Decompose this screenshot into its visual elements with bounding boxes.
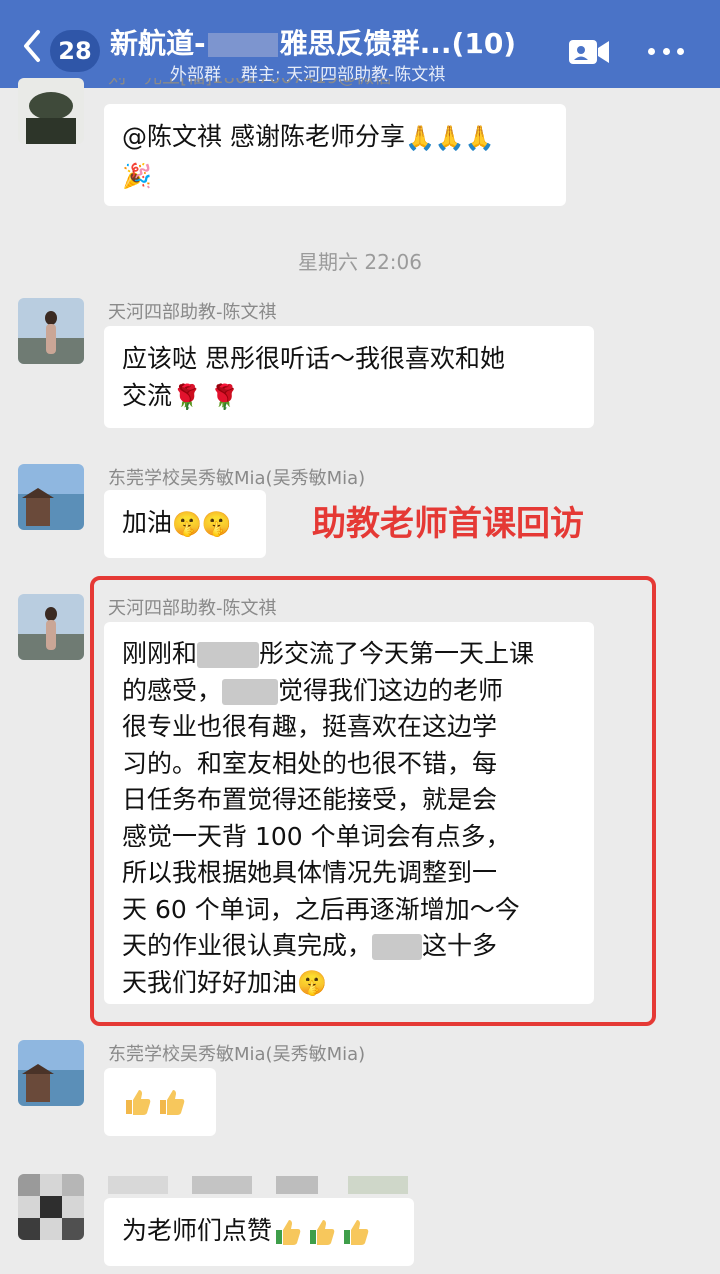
message-text: 感觉一天背 100 个单词会有点多， [122,821,511,851]
redacted-sender-name [108,1176,408,1194]
avatar[interactable] [18,298,84,364]
more-options-button[interactable] [648,44,684,58]
rose-icon: 🌹 🌹 [172,382,240,411]
message-text: 很专业也很有趣，挺喜欢在这边学 [122,712,498,741]
message-text: 天的作业很认真完成， [122,931,373,960]
timestamp: 星期六 22:06 [298,250,422,274]
message-text: 觉得我们这边的老师 [278,675,504,705]
avatar-image [18,464,84,530]
message-text: 交流 [122,381,173,410]
chat-header: 28 新航道- 雅思反馈群...(10) 外部群 群主: 天河四部助教-陈文祺 [0,0,720,88]
redacted-name [222,678,279,705]
avatar-image [18,594,84,660]
sender-name: 刘一元王[福]18027007419@微信 [108,78,392,90]
redacted-name [372,934,423,960]
thumbs-up-icon [276,1220,301,1245]
annotation-label: 助教老师首课回访 [312,504,584,544]
unread-count-badge[interactable]: 28 [50,30,100,72]
avatar[interactable] [18,464,84,530]
message-text: 天 60 个单词，之后再逐渐增加～今 [122,894,520,924]
avatar-image [18,1040,84,1106]
redacted-avatar [18,1174,84,1240]
thumbs-up-icon [160,1090,185,1115]
message-text: 这十多 [422,931,498,960]
message-text: 所以我根据她具体情况先调整到一 [122,858,498,887]
message-text: 为老师们点赞 [122,1216,273,1245]
message-text: 应该哒 思彤很听话～我很喜欢和她 [122,344,505,373]
message-text: 日任务布置觉得还能接受，就是会 [122,785,498,814]
avatar[interactable] [18,594,84,660]
thumbs-up-icon [126,1090,151,1115]
video-call-button[interactable] [568,38,610,66]
avatar[interactable] [18,1040,84,1106]
thumbs-up-icon [310,1220,335,1245]
avatar-image [18,78,84,144]
message-text: @陈文祺 感谢陈老师分享 [122,122,405,151]
avatar[interactable] [18,1174,84,1240]
message-text: 的感受， [122,675,223,705]
message-bubble[interactable]: 刚刚和 彤交流了今天第一天上课 的感受， 觉得我们这边的老师 很专业也很有趣，挺喜欢… [104,622,594,1004]
sender-name: 东莞学校吴秀敏Mia(吴秀敏Mia) [108,468,366,489]
redacted-text [207,33,278,57]
message-bubble[interactable]: 加油🤫🤫 [104,490,266,558]
message-text: 彤交流了今天第一天上课 [259,639,535,668]
party-popper-icon: 🎉 [122,162,152,190]
cheering-face-icon: 🤫🤫 [172,509,232,538]
message-bubble[interactable]: 应该哒 思彤很听话～我很喜欢和她 交流🌹 🌹 [104,326,594,428]
message-bubble[interactable] [104,1068,216,1136]
message-text: 习的。和室友相处的也很不错，每 [122,748,498,778]
chevron-left-icon [24,30,40,62]
chat-title: 新航道- 雅思反馈群...(10) [110,27,517,60]
sender-name: 天河四部助教-陈文祺 [108,598,277,619]
message-text: 刚刚和 [122,639,198,668]
message-bubble[interactable]: @陈文祺 感谢陈老师分享🙏🙏🙏 🎉 [104,104,566,206]
thumbs-up-icon [344,1220,369,1245]
back-button[interactable] [18,26,48,66]
dot-icon [662,47,670,55]
avatar[interactable] [18,78,84,144]
folded-hands-icon: 🙏🙏🙏 [404,123,495,152]
sender-name: 东莞学校吴秀敏Mia(吴秀敏Mia) [108,1044,366,1065]
message-text: 加油 [122,508,173,537]
dot-icon [677,47,684,55]
sender-name: 天河四部助教-陈文祺 [108,302,277,323]
redacted-name [197,642,260,668]
message-text: 天我们好好加油 [122,967,298,997]
avatar-image [18,298,84,364]
message-bubble[interactable]: 为老师们点赞 [104,1198,414,1266]
dot-icon [648,47,655,55]
cheering-face-icon: 🤫 [297,969,327,998]
video-camera-icon [569,40,609,64]
